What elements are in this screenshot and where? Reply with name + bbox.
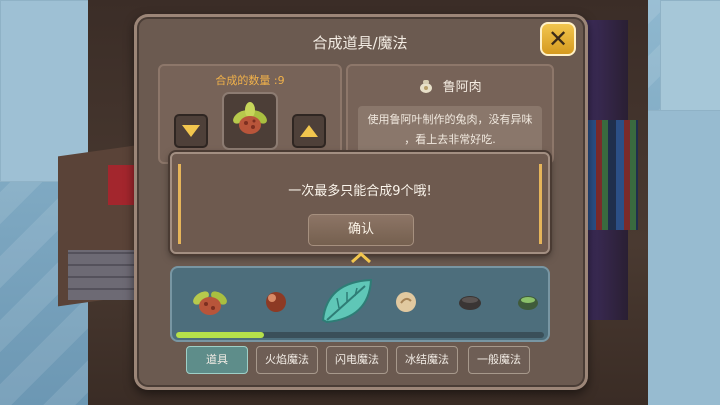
panel-title: 合成道具/魔法 xyxy=(312,34,408,52)
green-leaf-icon xyxy=(321,278,373,324)
decrease-button[interactable] xyxy=(174,114,208,148)
increase-button[interactable] xyxy=(292,114,326,148)
confirm-button[interactable]: 确认 xyxy=(308,214,414,246)
scroll-progress-fill xyxy=(176,332,265,338)
alert-dialog: 一次最多只能合成9个哦! 确认 xyxy=(170,152,550,254)
close-button[interactable]: ✕ xyxy=(540,22,576,56)
room-red-curtain xyxy=(108,165,136,205)
inventory-scrollbar[interactable] xyxy=(176,332,544,338)
item-name-text: 鲁阿肉 xyxy=(442,80,482,95)
inventory-item[interactable] xyxy=(442,276,498,328)
sack-icon xyxy=(420,79,433,93)
round-seed-icon xyxy=(396,292,416,312)
tab-lightning-magic[interactable]: 闪电魔法 xyxy=(326,346,388,374)
tab-items[interactable]: 道具 xyxy=(186,346,248,374)
tab-general-magic[interactable]: 一般魔法 xyxy=(468,346,530,374)
herb-meat-icon xyxy=(193,291,227,315)
item-info-panel: 鲁阿肉 使用鲁阿叶制作的兔肉，没有异味 ，看上去非常好吃. xyxy=(346,64,554,164)
item-name: 鲁阿肉 xyxy=(348,76,552,95)
category-tabs: 道具 火焰魔法 闪电魔法 冰结魔法 一般魔法 xyxy=(186,346,536,374)
item-description-line: ，看上去非常好吃. xyxy=(404,133,496,146)
inventory-item[interactable] xyxy=(508,276,548,328)
selected-item-slot[interactable] xyxy=(222,92,278,150)
green-jar-icon xyxy=(518,296,538,310)
item-description-line: 使用鲁阿叶制作的兔肉，没有异味 xyxy=(367,113,533,126)
dialog-message: 一次最多只能合成9个哦! xyxy=(288,184,432,199)
dark-stone-icon xyxy=(459,296,481,310)
inventory-item[interactable] xyxy=(312,270,382,334)
inventory-item[interactable] xyxy=(248,276,304,328)
triangle-up-icon xyxy=(300,125,318,137)
close-icon: ✕ xyxy=(547,25,569,53)
quantity-label: 合成的数量 :9 xyxy=(215,74,285,87)
inventory-shelf xyxy=(170,266,550,342)
dialog-edge-decoration xyxy=(539,164,542,244)
room-books xyxy=(588,120,638,230)
red-nut-icon xyxy=(266,292,286,312)
inventory-item[interactable] xyxy=(182,276,238,328)
floor-tile xyxy=(660,0,720,122)
dialog-edge-decoration xyxy=(178,164,181,244)
triangle-down-icon xyxy=(182,125,200,137)
tab-fire-magic[interactable]: 火焰魔法 xyxy=(256,346,318,374)
chevron-up-icon xyxy=(351,251,371,264)
tab-ice-magic[interactable]: 冰结魔法 xyxy=(396,346,458,374)
herb-meat-icon xyxy=(233,102,267,134)
quantity-selector: 合成的数量 :9 xyxy=(158,64,342,164)
inventory-item[interactable] xyxy=(378,276,434,328)
